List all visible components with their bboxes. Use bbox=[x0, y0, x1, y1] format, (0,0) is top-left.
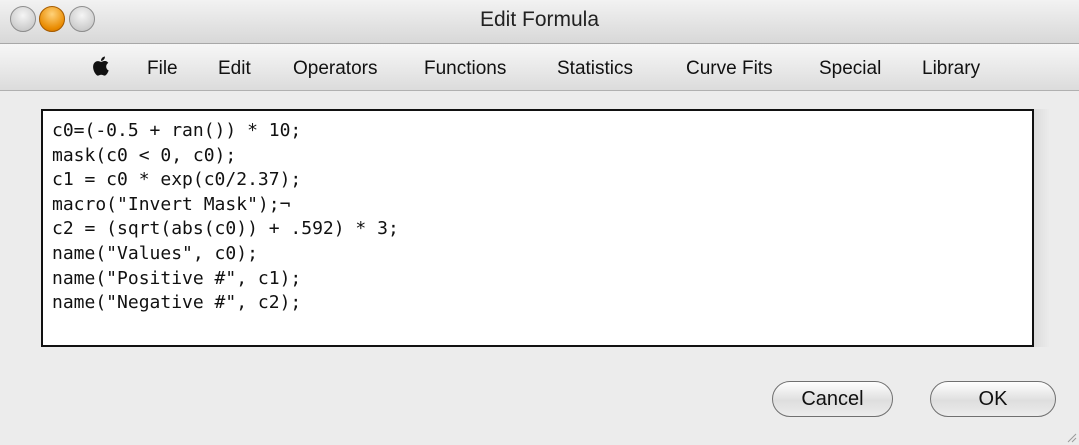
code-line: mask(c0 < 0, c0); bbox=[52, 144, 237, 166]
menu-operators[interactable]: Operators bbox=[293, 58, 377, 80]
formula-code[interactable]: c0=(-0.5 + ran()) * 10; mask(c0 < 0, c0)… bbox=[52, 119, 399, 316]
menu-statistics[interactable]: Statistics bbox=[557, 58, 633, 80]
formula-editor[interactable]: c0=(-0.5 + ran()) * 10; mask(c0 < 0, c0)… bbox=[41, 109, 1034, 347]
code-line: c2 = (sqrt(abs(c0)) + .592) * 3; bbox=[52, 218, 399, 240]
code-line: c1 = c0 * exp(c0/2.37); bbox=[52, 169, 302, 191]
code-line: macro("Invert Mask");¬ bbox=[52, 193, 291, 215]
cancel-button[interactable]: Cancel bbox=[772, 381, 893, 417]
menu-curve-fits[interactable]: Curve Fits bbox=[686, 58, 773, 80]
menu-library[interactable]: Library bbox=[922, 58, 980, 80]
editor-shadow bbox=[1034, 109, 1050, 347]
menu-special[interactable]: Special bbox=[819, 58, 881, 80]
ok-button[interactable]: OK bbox=[930, 381, 1056, 417]
menu-edit[interactable]: Edit bbox=[218, 58, 251, 80]
title-bar[interactable]: Edit Formula bbox=[0, 0, 1079, 44]
window-title: Edit Formula bbox=[479, 8, 600, 31]
code-line: c0=(-0.5 + ran()) * 10; bbox=[52, 120, 302, 141]
code-line: name("Values", c0); bbox=[52, 242, 258, 264]
resize-grip-icon[interactable] bbox=[1065, 431, 1077, 443]
menu-bar: File Edit Operators Functions Statistics… bbox=[0, 44, 1079, 91]
code-line: name("Positive #", c1); bbox=[52, 267, 302, 289]
menu-file[interactable]: File bbox=[147, 58, 178, 80]
apple-icon[interactable] bbox=[92, 53, 112, 79]
code-line: name("Negative #", c2); bbox=[52, 292, 302, 314]
menu-functions[interactable]: Functions bbox=[424, 58, 506, 80]
edit-formula-window: Edit Formula File Edit Operators Functio… bbox=[0, 0, 1079, 445]
